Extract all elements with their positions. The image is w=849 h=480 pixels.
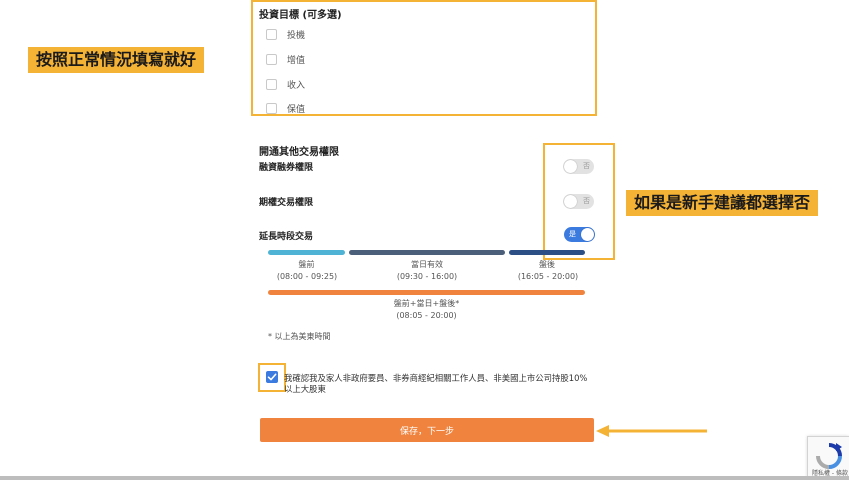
margin-permission-toggle[interactable]: 否 xyxy=(563,159,594,174)
extended-hours-toggle[interactable]: 是 xyxy=(564,227,595,242)
session-regular-name: 當日有效 xyxy=(411,260,443,269)
session-pre-time: (08:00 - 09:25) xyxy=(276,272,338,281)
goal-option-growth[interactable]: 增值 xyxy=(266,53,305,66)
timezone-note: * 以上為美東時間 xyxy=(268,332,331,341)
session-regular-time: (09:30 - 16:00) xyxy=(396,272,458,281)
toggle-state: 否 xyxy=(583,162,590,170)
session-post-name: 盤後 xyxy=(539,260,555,269)
toggle-state: 是 xyxy=(569,230,576,238)
session-bar-pre xyxy=(268,250,345,255)
goal-label: 保值 xyxy=(287,105,306,115)
goal-label: 收入 xyxy=(287,81,306,91)
confirm-text: 我確認我及家人非政府要員、非券商經紀相關工作人員、非美國上市公司持股10%以上大… xyxy=(284,373,588,394)
options-permission-toggle[interactable]: 否 xyxy=(563,194,594,209)
toggle-knob xyxy=(564,160,577,173)
bottom-scrollbar[interactable] xyxy=(0,476,849,480)
goal-option-speculation[interactable]: 投機 xyxy=(266,28,305,41)
session-bar-post xyxy=(509,250,585,255)
recaptcha-badge[interactable]: 隱私權 - 條款 xyxy=(807,436,849,480)
permissions-title: 開通其他交易權限 xyxy=(259,147,339,158)
toggle-knob xyxy=(581,228,594,241)
toggle-knob xyxy=(564,195,577,208)
goal-checkbox[interactable] xyxy=(266,29,277,40)
save-next-button[interactable]: 保存，下一步 xyxy=(260,418,594,442)
goal-checkbox[interactable] xyxy=(266,79,277,90)
session-combined-name: 盤前+當日+盤後* xyxy=(393,299,460,308)
goal-checkbox[interactable] xyxy=(266,103,277,114)
session-post-time: (16:05 - 20:00) xyxy=(517,272,579,281)
annotation-newbie-choose-no: 如果是新手建議都選擇否 xyxy=(626,190,819,216)
goal-label: 投機 xyxy=(287,31,306,41)
recaptcha-icon xyxy=(816,443,842,469)
arrow-left-icon xyxy=(596,425,707,437)
session-pre-name: 盤前 xyxy=(298,260,315,269)
extended-hours-label: 延長時段交易 xyxy=(259,232,314,242)
session-combined-time: (08:05 - 20:00) xyxy=(396,311,457,320)
goal-label: 增值 xyxy=(287,56,306,66)
goal-option-preservation[interactable]: 保值 xyxy=(266,102,305,115)
investment-goals-title: 投資目標 (可多選) xyxy=(259,10,342,21)
goal-option-income[interactable]: 收入 xyxy=(266,78,305,91)
margin-permission-label: 融資融券權限 xyxy=(259,163,314,173)
session-bar-combined xyxy=(268,290,585,295)
checkmark-icon xyxy=(267,373,277,381)
confirm-checkbox[interactable] xyxy=(266,371,278,383)
options-permission-label: 期權交易權限 xyxy=(259,198,314,208)
toggle-state: 否 xyxy=(583,197,590,205)
goal-checkbox[interactable] xyxy=(266,54,277,65)
session-bar-regular xyxy=(349,250,505,255)
annotation-fill-normally: 按照正常情況填寫就好 xyxy=(28,47,205,73)
